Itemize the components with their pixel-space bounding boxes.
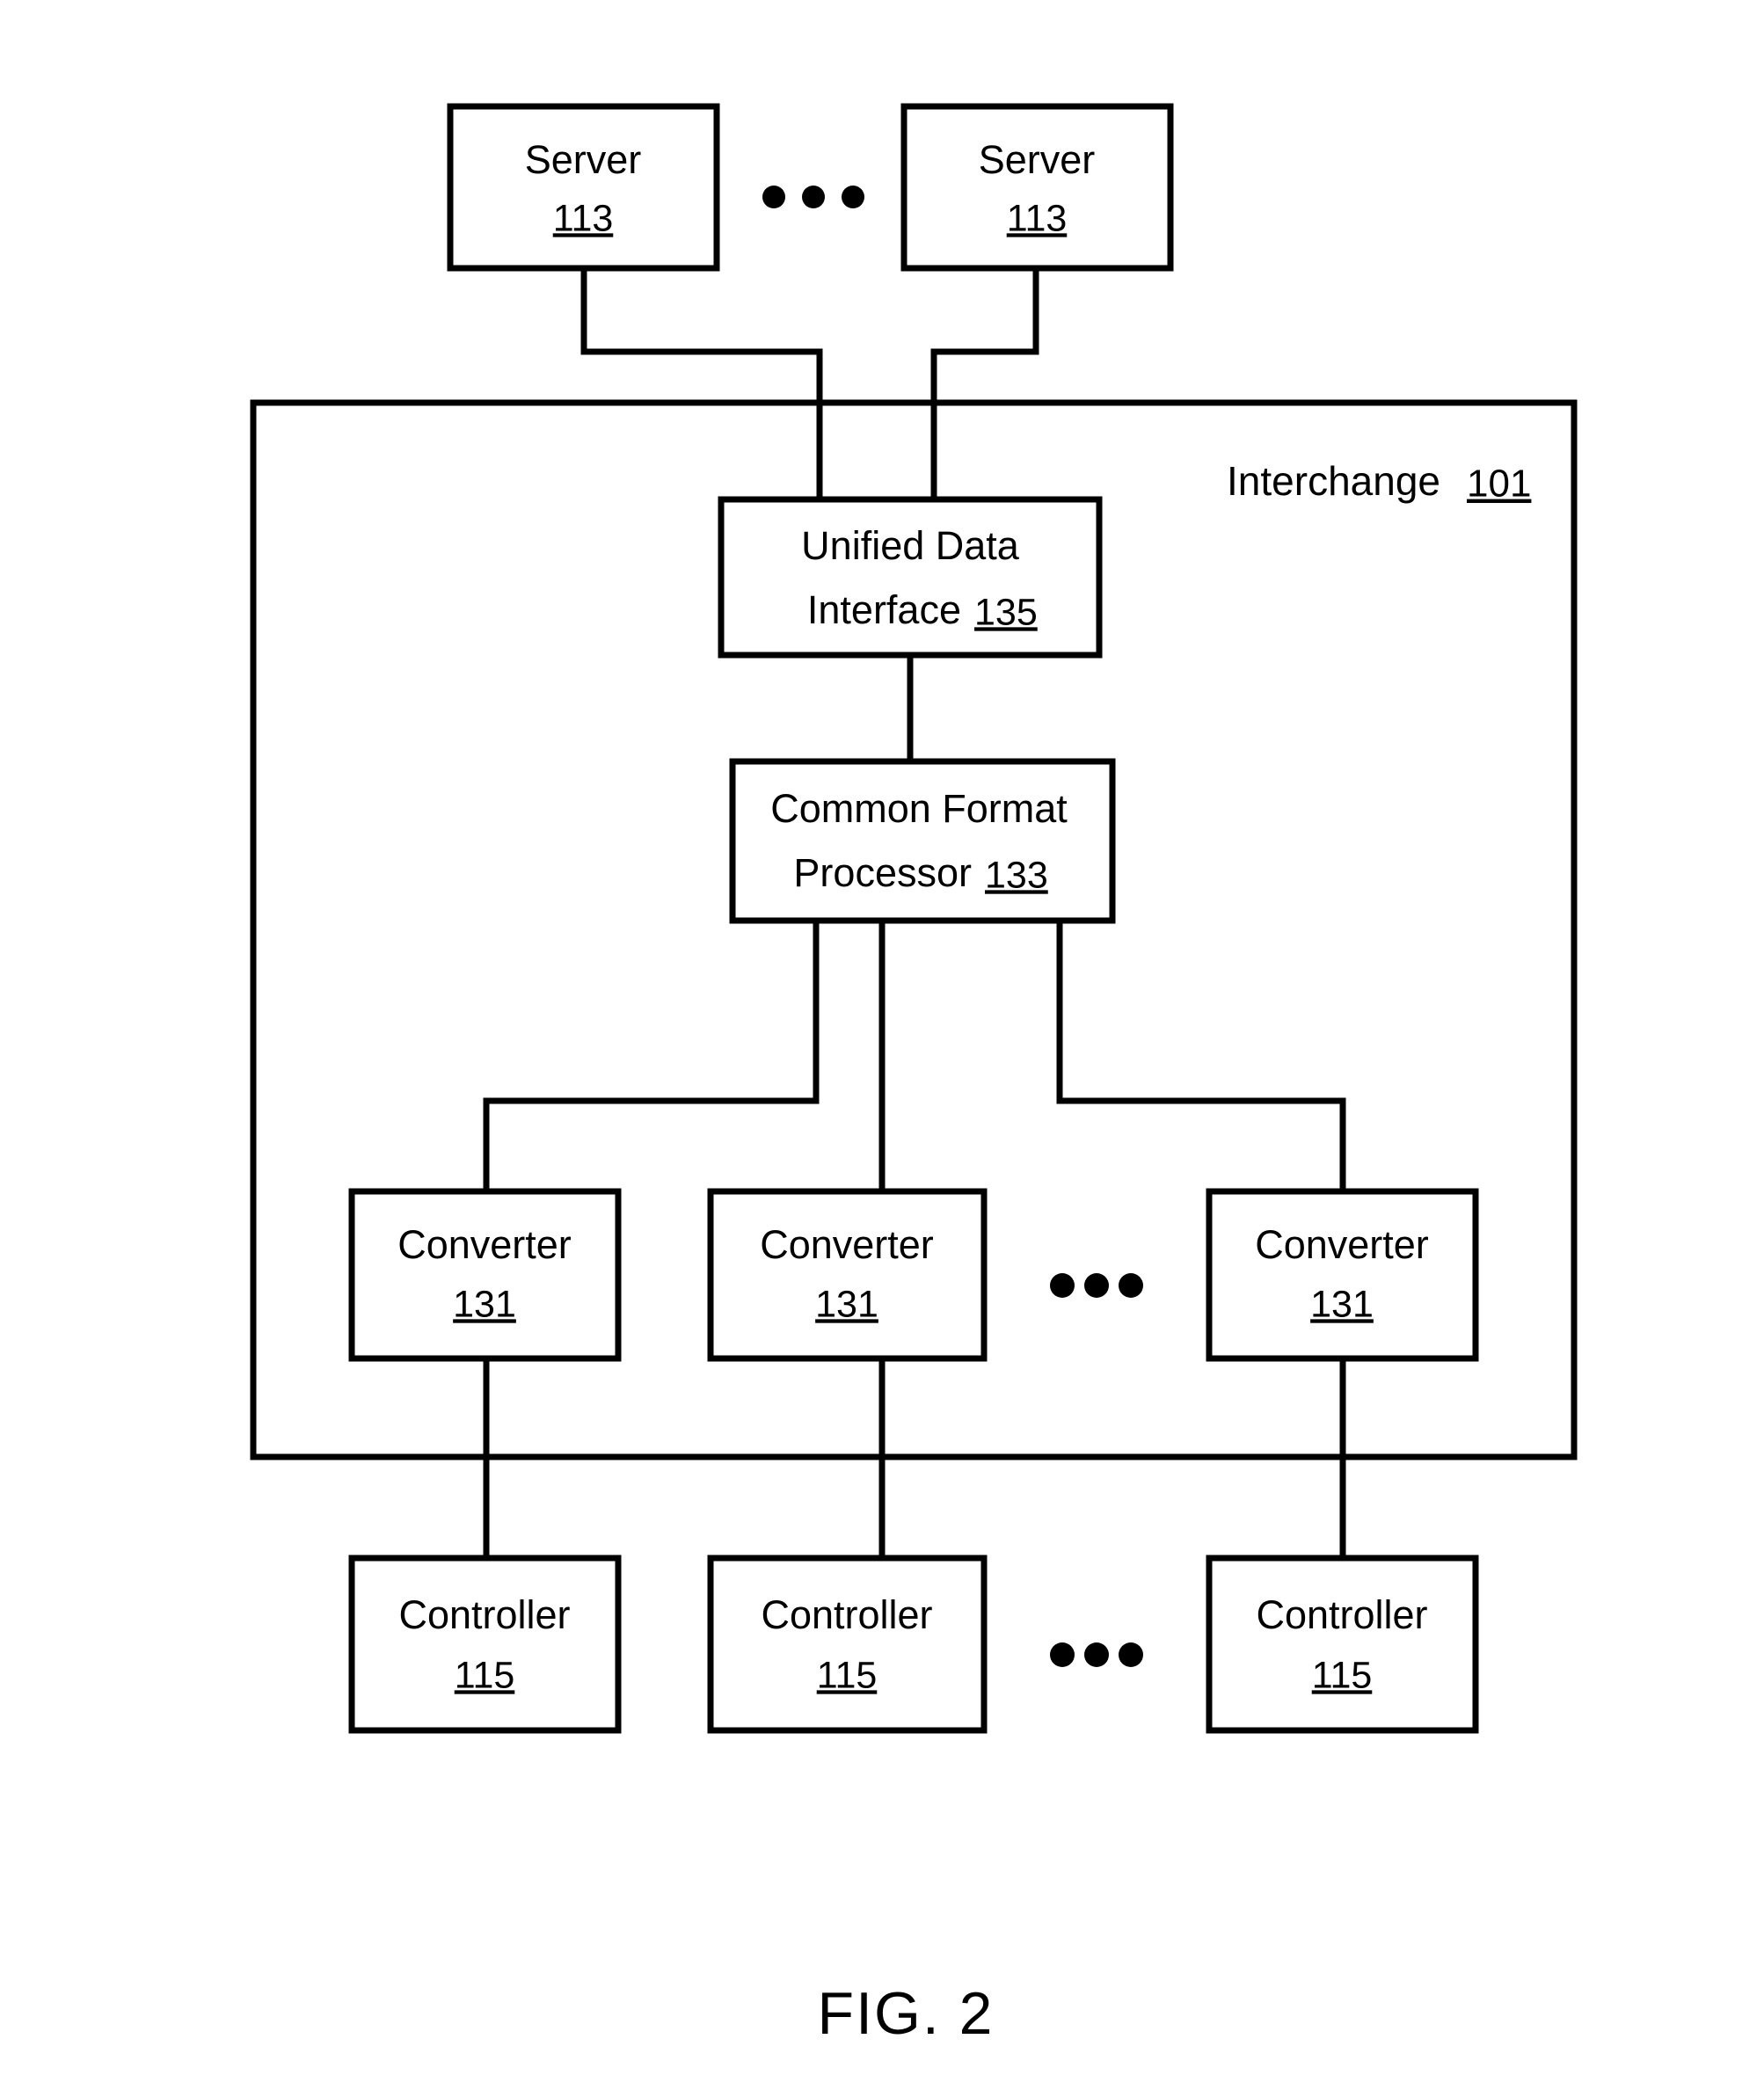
unified-data-interface-line1: Unified Data <box>801 523 1020 568</box>
controller-box-2-label: Controller <box>761 1592 932 1637</box>
patent-figure: Interchange 101 Server 113 Server 113 Un… <box>0 0 1764 2090</box>
converter-ellipsis-dot-1 <box>1050 1273 1075 1298</box>
server-box-1-rect[interactable] <box>447 103 720 272</box>
controller-box-3-rect[interactable] <box>1206 1555 1479 1734</box>
controller-row-ellipsis <box>1050 1642 1143 1667</box>
converter-box-3-rect[interactable] <box>1206 1188 1479 1362</box>
controller-box-1-label: Controller <box>398 1592 570 1637</box>
controller-box-1-ref: 115 <box>455 1654 515 1696</box>
converter-box-3-ref: 131 <box>1310 1283 1374 1325</box>
controller-box-3[interactable]: Controller 115 <box>1206 1555 1479 1734</box>
converter-box-2[interactable]: Converter 131 <box>707 1188 988 1362</box>
unified-data-interface-line2-label: Interface <box>807 587 961 632</box>
controller-box-2-ref: 115 <box>817 1654 878 1696</box>
common-format-processor-line2-label: Processor <box>793 850 972 895</box>
interchange-ref: 101 <box>1467 462 1531 506</box>
server-row-ellipsis <box>762 186 864 208</box>
server-ellipsis-dot-1 <box>762 186 785 208</box>
server-box-2-ref: 113 <box>1007 197 1068 239</box>
common-format-processor-line1: Common Format <box>770 786 1068 831</box>
unified-data-interface-ref: 135 <box>974 591 1038 633</box>
server-box-1[interactable]: Server 113 <box>447 103 720 272</box>
server-box-1-ref: 113 <box>553 197 614 239</box>
converter-box-3[interactable]: Converter 131 <box>1206 1188 1479 1362</box>
converter-row-ellipsis <box>1050 1273 1143 1298</box>
connector-server2-to-udi <box>930 268 1039 499</box>
controller-box-3-ref: 115 <box>1312 1654 1373 1696</box>
interchange-label: Interchange <box>1227 458 1440 504</box>
converter-box-2-ref: 131 <box>815 1283 878 1325</box>
figure-caption: FIG. 2 <box>818 1980 995 2047</box>
converter-box-1-ref: 131 <box>453 1283 516 1325</box>
connector-cfp-to-converter1 <box>483 921 820 1191</box>
common-format-processor-box[interactable]: Common Format Processor 133 <box>729 758 1116 924</box>
server-box-2-label: Server <box>979 137 1096 182</box>
unified-data-interface-box[interactable]: Unified Data Interface 135 <box>718 496 1103 659</box>
controller-box-1-rect[interactable] <box>348 1555 622 1734</box>
controller-ellipsis-dot-2 <box>1084 1642 1109 1667</box>
converter-box-2-label: Converter <box>760 1222 934 1267</box>
common-format-processor-ref: 133 <box>985 854 1048 896</box>
controller-box-3-label: Controller <box>1256 1592 1427 1637</box>
server-ellipsis-dot-2 <box>802 186 825 208</box>
controller-box-1[interactable]: Controller 115 <box>348 1555 622 1734</box>
converter-box-3-label: Converter <box>1255 1222 1429 1267</box>
converter-box-2-rect[interactable] <box>707 1188 988 1362</box>
converter-box-1-label: Converter <box>397 1222 572 1267</box>
controller-ellipsis-dot-1 <box>1050 1642 1075 1667</box>
diagram-canvas: Interchange 101 Server 113 Server 113 Un… <box>250 103 1578 2047</box>
controller-box-2-rect[interactable] <box>707 1555 988 1734</box>
converter-box-1-rect[interactable] <box>348 1188 622 1362</box>
server-box-1-label: Server <box>525 137 642 182</box>
controller-ellipsis-dot-3 <box>1119 1642 1143 1667</box>
server-box-2[interactable]: Server 113 <box>900 103 1174 272</box>
controller-box-2[interactable]: Controller 115 <box>707 1555 988 1734</box>
connector-cfp-to-converter3 <box>1056 921 1346 1191</box>
connector-server1-to-udi <box>580 268 823 499</box>
server-box-2-rect[interactable] <box>900 103 1174 272</box>
converter-box-1[interactable]: Converter 131 <box>348 1188 622 1362</box>
converter-ellipsis-dot-2 <box>1084 1273 1109 1298</box>
server-ellipsis-dot-3 <box>842 186 864 208</box>
converter-ellipsis-dot-3 <box>1119 1273 1143 1298</box>
